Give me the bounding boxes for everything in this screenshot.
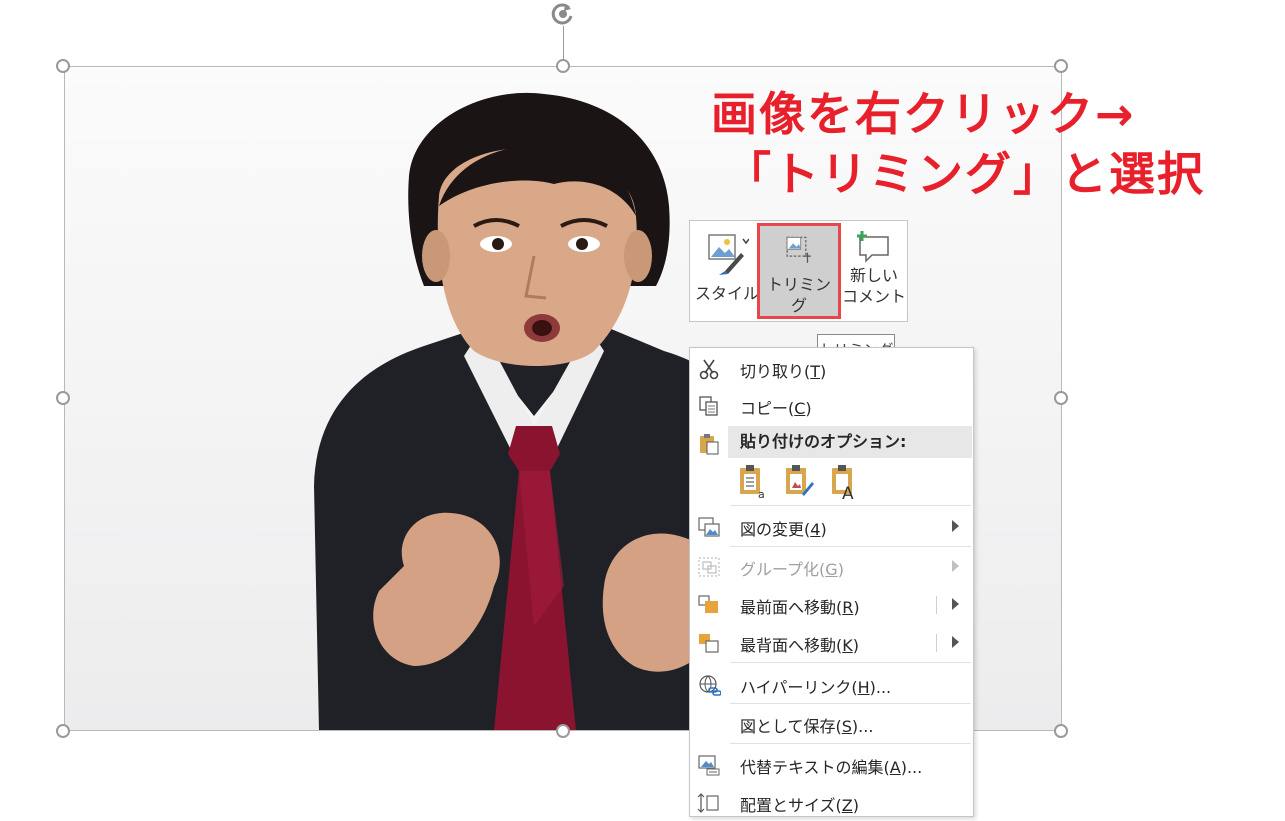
- size-position-icon: [697, 793, 719, 813]
- paste-option-buttons: a A: [738, 464, 878, 502]
- menu-item-hyperlink[interactable]: ハイパーリンク(H)...: [690, 667, 973, 703]
- menu-separator: [730, 743, 971, 744]
- resize-handle-top-right[interactable]: [1054, 59, 1068, 73]
- paste-keep-source-icon[interactable]: a: [738, 464, 768, 500]
- paste-options-header: 貼り付けのオプション:: [728, 426, 972, 458]
- menu-separator: [730, 546, 971, 547]
- menu-item-change-picture[interactable]: 図の変更(4): [690, 509, 973, 545]
- group-icon: [698, 557, 720, 577]
- paste-text-only-icon[interactable]: A: [830, 464, 860, 500]
- send-to-back-icon: [699, 634, 719, 653]
- svg-text:a: a: [758, 488, 765, 500]
- split-divider: [936, 596, 937, 614]
- new-comment-label-1: 新しい: [849, 266, 898, 285]
- hyperlink-icon: [699, 675, 721, 696]
- menu-separator: [730, 505, 971, 506]
- paste-picture-icon[interactable]: [784, 464, 814, 500]
- menu-item-group: グループ化(G): [690, 549, 973, 585]
- menu-separator: [730, 662, 971, 663]
- menu-item-size-and-position[interactable]: 配置とサイズ(Z): [690, 785, 973, 821]
- picture-style-icon: [708, 234, 749, 275]
- alt-text-icon: [698, 755, 720, 776]
- style-button[interactable]: スタイル: [694, 221, 760, 321]
- resize-handle-bottom-left[interactable]: [56, 724, 70, 738]
- menu-item-edit-alt-text[interactable]: 代替テキストの編集(A)...: [690, 747, 973, 783]
- annotation-line-1: 画像を右クリック→: [711, 87, 1136, 141]
- resize-handle-top[interactable]: [556, 59, 570, 73]
- resize-handle-bottom-right[interactable]: [1054, 724, 1068, 738]
- menu-item-copy[interactable]: コピー(C): [690, 388, 973, 424]
- annotation-line-2: 「トリミング」と選択: [725, 147, 1205, 201]
- trim-label: トリミング: [766, 275, 831, 315]
- resize-handle-right[interactable]: [1054, 391, 1068, 405]
- submenu-arrow-icon[interactable]: [952, 636, 959, 648]
- instruction-annotation: 画像を右クリック→ 「トリミング」と選択: [711, 84, 1205, 204]
- menu-item-cut[interactable]: 切り取り(T): [690, 351, 973, 387]
- resize-handle-left[interactable]: [56, 391, 70, 405]
- bring-to-front-icon: [698, 595, 718, 613]
- menu-separator: [730, 703, 971, 704]
- submenu-arrow-icon: [952, 520, 959, 532]
- menu-item-send-to-back[interactable]: 最背面へ移動(K): [690, 625, 973, 661]
- submenu-arrow-icon[interactable]: [952, 598, 959, 610]
- change-picture-icon: [698, 517, 720, 537]
- rotate-stem: [563, 26, 564, 62]
- resize-handle-top-left[interactable]: [56, 59, 70, 73]
- split-divider: [936, 634, 937, 652]
- menu-item-save-as-picture[interactable]: 図として保存(S)...: [690, 706, 973, 742]
- scissors-icon: [699, 359, 719, 380]
- context-menu: 切り取り(T) コピー(C) 貼り付けのオプション: a A 図の変更(4) グ…: [689, 347, 974, 817]
- new-comment-icon: [857, 231, 889, 263]
- new-comment-button[interactable]: 新しい コメント: [840, 221, 908, 321]
- paste-icon: [700, 434, 719, 455]
- submenu-arrow-icon: [952, 560, 959, 572]
- rotate-handle-icon[interactable]: [549, 0, 577, 28]
- style-label: スタイル: [694, 284, 759, 303]
- menu-item-bring-to-front[interactable]: 最前面へ移動(R): [690, 587, 973, 623]
- resize-handle-bottom[interactable]: [556, 724, 570, 738]
- svg-text:A: A: [842, 484, 854, 500]
- trim-button[interactable]: トリミング: [757, 223, 841, 319]
- copy-icon: [699, 396, 718, 416]
- mini-toolbar: スタイル トリミング 新しい コメント: [689, 220, 908, 322]
- new-comment-label-2: コメント: [841, 287, 906, 306]
- crop-icon: [786, 236, 811, 263]
